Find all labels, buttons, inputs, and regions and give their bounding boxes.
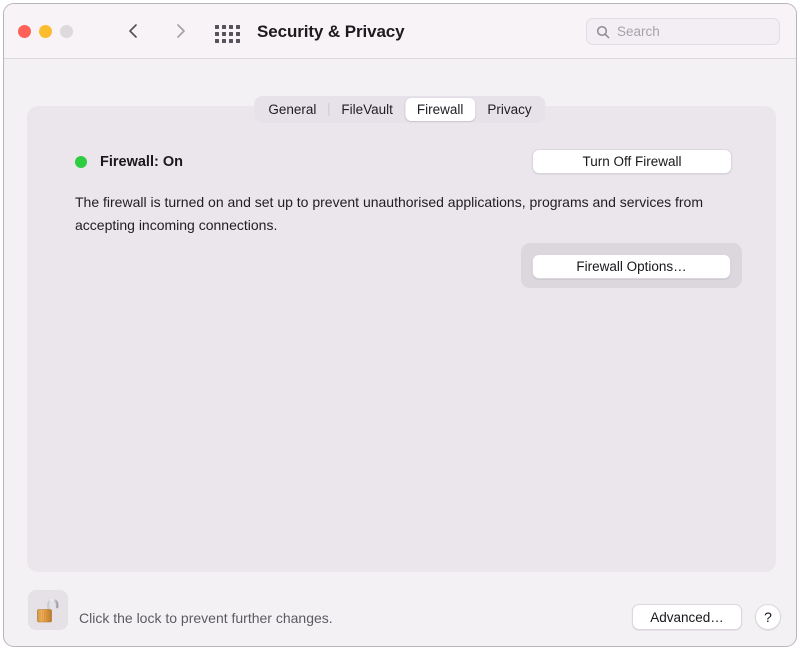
firewall-status-row: Firewall: On (75, 154, 183, 170)
tab-general[interactable]: General (256, 98, 328, 121)
search-placeholder: Search (617, 24, 660, 39)
unlocked-padlock-icon (35, 595, 61, 625)
grid-show-all-icon[interactable] (215, 25, 240, 43)
tab-filevault[interactable]: FileVault (329, 98, 405, 121)
security-privacy-window: Security & Privacy Search Firewall: On T… (3, 3, 797, 647)
help-button[interactable]: ? (755, 604, 781, 630)
zoom-button[interactable] (60, 25, 73, 38)
tab-firewall[interactable]: Firewall (405, 98, 476, 121)
lock-button[interactable] (28, 590, 68, 630)
settings-tab-bar: General FileVault Firewall Privacy (254, 96, 545, 123)
firewall-content-panel: Firewall: On Turn Off Firewall The firew… (27, 106, 776, 572)
lock-message: Click the lock to prevent further change… (79, 610, 333, 626)
tab-privacy[interactable]: Privacy (475, 98, 543, 121)
forward-chevron-icon[interactable] (170, 20, 192, 42)
status-dot-icon (75, 156, 87, 168)
page-title: Security & Privacy (257, 22, 405, 42)
firewall-options-button[interactable]: Firewall Options… (532, 254, 731, 279)
navigation-arrows (122, 20, 192, 42)
back-chevron-icon[interactable] (122, 20, 144, 42)
traffic-light-group (18, 25, 73, 38)
turn-off-firewall-button[interactable]: Turn Off Firewall (532, 149, 732, 174)
window-toolbar: Security & Privacy Search (4, 4, 796, 59)
firewall-description: The firewall is turned on and set up to … (75, 191, 720, 237)
minimize-button[interactable] (39, 25, 52, 38)
search-field[interactable]: Search (586, 18, 780, 45)
advanced-button[interactable]: Advanced… (632, 604, 742, 630)
close-button[interactable] (18, 25, 31, 38)
search-icon (596, 25, 610, 39)
firewall-status-label: Firewall: On (100, 154, 183, 170)
